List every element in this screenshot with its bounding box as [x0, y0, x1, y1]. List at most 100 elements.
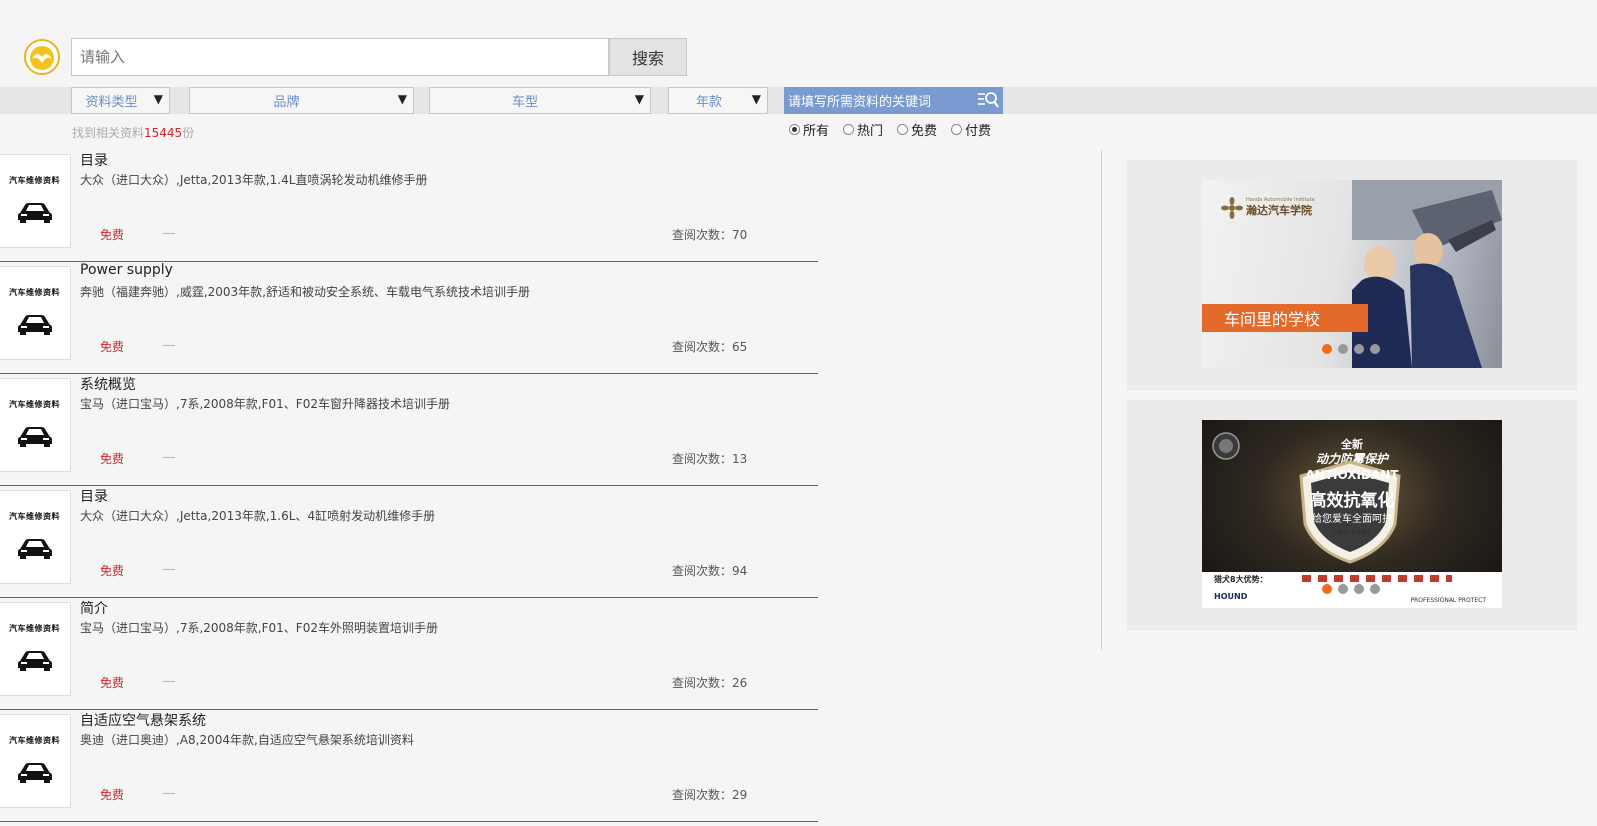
- search-input[interactable]: [71, 38, 609, 76]
- type-dropdown-label: 资料类型: [85, 95, 138, 110]
- view-count: 查阅次数：70: [672, 228, 748, 242]
- price-badge: 免费: [100, 788, 125, 802]
- separator-dash: [162, 233, 175, 234]
- carousel-dot[interactable]: [1322, 584, 1332, 594]
- carousel-dots: [1322, 344, 1380, 354]
- thumbnail-brand: 汽车维修资料: [9, 624, 60, 633]
- document-thumbnail[interactable]: 汽车维修资料: [0, 602, 71, 696]
- year-dropdown[interactable]: 年款 ▼: [668, 87, 768, 114]
- separator-dash: [162, 345, 175, 346]
- car-icon: [18, 427, 52, 447]
- item-description: 宝马（进口宝马）,7系,2008年款,F01、F02车窗升降器技术培训手册: [80, 397, 450, 411]
- carousel-dot[interactable]: [1354, 344, 1364, 354]
- price-badge: 免费: [100, 564, 125, 578]
- price-badge: 免费: [100, 228, 125, 242]
- price-badge: 免费: [100, 452, 125, 466]
- ad2-badge: CAR CARE: [1332, 528, 1372, 536]
- filter-radio-group: 所有 热门 免费 付费: [789, 120, 1005, 139]
- thumbnail-brand: 汽车维修资料: [9, 400, 60, 409]
- item-description: 大众（进口大众）,Jetta,2013年款,1.6L、4缸喷射发动机维修手册: [80, 509, 436, 523]
- document-thumbnail[interactable]: 汽车维修资料: [0, 378, 71, 472]
- list-item[interactable]: 汽车维修资料 目录 大众（进口大众）,Jetta,2013年款,1.4L直喷涡轮…: [0, 150, 818, 262]
- radio-free[interactable]: 免费: [897, 120, 937, 139]
- item-description: 奔驰（福建奔驰）,威霆,2003年款,舒适和被动安全系统、车载电气系统技术培训手…: [80, 285, 530, 299]
- model-dropdown[interactable]: 车型 ▼: [429, 87, 651, 114]
- ad2-en: ANTIOXIDANT: [1305, 468, 1399, 482]
- item-title[interactable]: 自适应空气悬架系统: [80, 710, 206, 730]
- item-title[interactable]: Power supply: [80, 262, 173, 278]
- document-thumbnail[interactable]: 汽车维修资料: [0, 154, 71, 248]
- car-icon: [18, 539, 52, 559]
- type-dropdown[interactable]: 资料类型 ▼: [71, 87, 170, 114]
- product-strip: [1302, 575, 1452, 582]
- list-item[interactable]: 汽车维修资料 简介 宝马（进口宝马）,7系,2008年款,F01、F02车外照明…: [0, 598, 818, 710]
- chevron-down-icon: ▼: [153, 92, 163, 106]
- radio-paid[interactable]: 付费: [951, 120, 991, 139]
- brand-dropdown-label: 品牌: [273, 95, 300, 110]
- carousel-dot[interactable]: [1322, 344, 1332, 354]
- keyword-placeholder: 请填写所需资料的关键词: [788, 95, 932, 110]
- document-thumbnail[interactable]: 汽车维修资料: [0, 714, 71, 808]
- result-count: 找到相关资料15445份: [72, 126, 195, 140]
- document-thumbnail[interactable]: 汽车维修资料: [0, 490, 71, 584]
- chevron-down-icon: ▼: [634, 92, 644, 106]
- ad2-footer-en: PROFESSIONAL PROTECT: [1410, 597, 1486, 604]
- radio-all[interactable]: 所有: [789, 120, 829, 139]
- separator-dash: [162, 793, 175, 794]
- carousel-dot[interactable]: [1338, 584, 1348, 594]
- item-description: 奥迪（进口奥迪）,A8,2004年款,自适应空气悬架系统培训资料: [80, 733, 414, 747]
- result-count-number: 15445: [144, 126, 183, 140]
- thumbnail-brand: 汽车维修资料: [9, 288, 60, 297]
- separator-dash: [162, 569, 175, 570]
- ad-banner-antioxidant[interactable]: 全新 动力防霉保护 ANTIOXIDANT 高效抗氧化 给您爱车全面呵护 CAR…: [1202, 420, 1502, 608]
- carousel-dot[interactable]: [1338, 344, 1348, 354]
- model-dropdown-label: 车型: [511, 95, 538, 110]
- result-list: 汽车维修资料 目录 大众（进口大众）,Jetta,2013年款,1.4L直喷涡轮…: [0, 150, 818, 822]
- thumbnail-brand: 汽车维修资料: [9, 736, 60, 745]
- item-description: 大众（进口大众）,Jetta,2013年款,1.4L直喷涡轮发动机维修手册: [80, 173, 428, 187]
- carousel-dot[interactable]: [1370, 584, 1380, 594]
- brand-dropdown[interactable]: 品牌 ▼: [189, 87, 414, 114]
- ad1-brand: 瀚达汽车学院: [1246, 204, 1312, 217]
- item-title[interactable]: 目录: [80, 150, 108, 170]
- view-count: 查阅次数：29: [672, 788, 748, 802]
- list-item[interactable]: 汽车维修资料 Power supply 奔驰（福建奔驰）,威霆,2003年款,舒…: [0, 262, 818, 374]
- list-item[interactable]: 汽车维修资料 目录 大众（进口大众）,Jetta,2013年款,1.6L、4缸喷…: [0, 486, 818, 598]
- view-count: 查阅次数：26: [672, 676, 748, 690]
- ad-banner-school[interactable]: Handa Automobile Institute 瀚达汽车学院 车间里的学校: [1202, 180, 1502, 368]
- ad1-slogan: 车间里的学校: [1202, 304, 1368, 332]
- carousel-dot[interactable]: [1354, 584, 1364, 594]
- separator-dash: [162, 681, 175, 682]
- item-title[interactable]: 简介: [80, 598, 108, 618]
- car-icon: [18, 651, 52, 671]
- separator-dash: [162, 457, 175, 458]
- view-count: 查阅次数：13: [672, 452, 748, 466]
- ad2-tagline: 给您爱车全面呵护: [1312, 514, 1392, 525]
- keyword-input[interactable]: 请填写所需资料的关键词: [784, 87, 1003, 114]
- search-button[interactable]: 搜索: [609, 38, 687, 76]
- list-item[interactable]: 汽车维修资料 系统概览 宝马（进口宝马）,7系,2008年款,F01、F02车窗…: [0, 374, 818, 486]
- price-badge: 免费: [100, 340, 125, 354]
- radio-hot[interactable]: 热门: [843, 120, 883, 139]
- car-icon: [18, 203, 52, 223]
- radio-dot[interactable]: [789, 124, 800, 135]
- price-badge: 免费: [100, 676, 125, 690]
- carousel-dots: [1322, 584, 1380, 594]
- site-logo[interactable]: [24, 39, 60, 75]
- item-title[interactable]: 目录: [80, 486, 108, 506]
- ad2-logo: HOUND: [1214, 592, 1248, 601]
- flower-logo-icon: [1221, 197, 1243, 219]
- document-thumbnail[interactable]: 汽车维修资料: [0, 266, 71, 360]
- list-item[interactable]: 汽车维修资料 自适应空气悬架系统 奥迪（进口奥迪）,A8,2004年款,自适应空…: [0, 710, 818, 822]
- radio-dot[interactable]: [843, 124, 855, 135]
- radio-dot[interactable]: [897, 124, 909, 135]
- view-count: 查阅次数：94: [672, 564, 748, 578]
- radio-dot[interactable]: [951, 124, 963, 135]
- thumbnail-brand: 汽车维修资料: [9, 512, 60, 521]
- item-description: 宝马（进口宝马）,7系,2008年款,F01、F02车外照明装置培训手册: [80, 621, 438, 635]
- car-icon: [18, 315, 52, 335]
- carousel-dot[interactable]: [1370, 344, 1380, 354]
- view-count: 查阅次数：65: [672, 340, 748, 354]
- item-title[interactable]: 系统概览: [80, 374, 136, 394]
- search-list-icon[interactable]: [977, 90, 999, 110]
